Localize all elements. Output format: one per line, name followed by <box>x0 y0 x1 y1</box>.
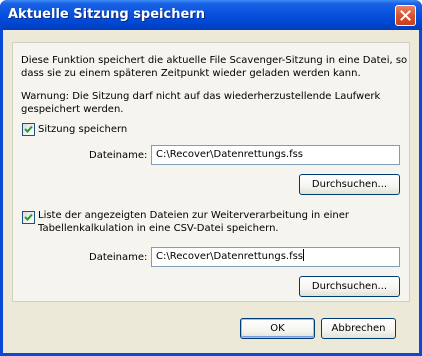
close-button[interactable] <box>395 5 416 26</box>
export-csv-label-line-1: Liste der angezeigten Dateien zur Weiter… <box>38 210 349 221</box>
cancel-button[interactable]: Abbrechen <box>321 318 396 339</box>
session-filename-value: C:\Recover\Datenrettungs.fss <box>156 149 304 160</box>
session-filename-label: Dateiname: <box>89 150 148 161</box>
warning-line-1: Warnung: Die Sitzung darf nicht auf das … <box>21 91 381 102</box>
close-icon <box>400 10 411 21</box>
window-title: Aktuelle Sitzung speichern <box>8 7 205 22</box>
warning-line-2: gespeichert werden. <box>21 104 124 115</box>
ok-button[interactable]: OK <box>240 318 315 339</box>
save-session-checkbox[interactable] <box>22 123 35 136</box>
options-panel: Diese Funktion speichert die aktuelle Fi… <box>12 42 410 302</box>
text-cursor <box>303 249 305 261</box>
save-session-label: Sitzung speichern <box>38 124 128 135</box>
csv-filename-label: Dateiname: <box>89 252 148 263</box>
csv-filename-value: C:\Recover\Datenrettungs.fss <box>156 251 304 262</box>
description-line-2: dass sie zu einem späteren Zeitpunkt wie… <box>21 68 361 79</box>
session-browse-button[interactable]: Durchsuchen... <box>299 174 400 195</box>
dialog-window: Aktuelle Sitzung speichern Diese Funktio… <box>0 0 422 356</box>
export-csv-label-line-2: Tabellenkalkulation in eine CSV-Datei sp… <box>38 223 279 234</box>
csv-filename-input[interactable]: C:\Recover\Datenrettungs.fss <box>151 247 400 267</box>
dialog-client-area: Diese Funktion speichert die aktuelle Fi… <box>3 30 419 353</box>
csv-browse-button[interactable]: Durchsuchen... <box>299 276 400 297</box>
session-filename-input[interactable]: C:\Recover\Datenrettungs.fss <box>151 145 400 165</box>
export-csv-checkbox[interactable] <box>22 211 35 224</box>
title-bar[interactable]: Aktuelle Sitzung speichern <box>0 0 422 30</box>
checkmark-icon <box>24 213 33 221</box>
checkmark-icon <box>24 125 33 133</box>
description-line-1: Diese Funktion speichert die aktuelle Fi… <box>21 55 408 66</box>
